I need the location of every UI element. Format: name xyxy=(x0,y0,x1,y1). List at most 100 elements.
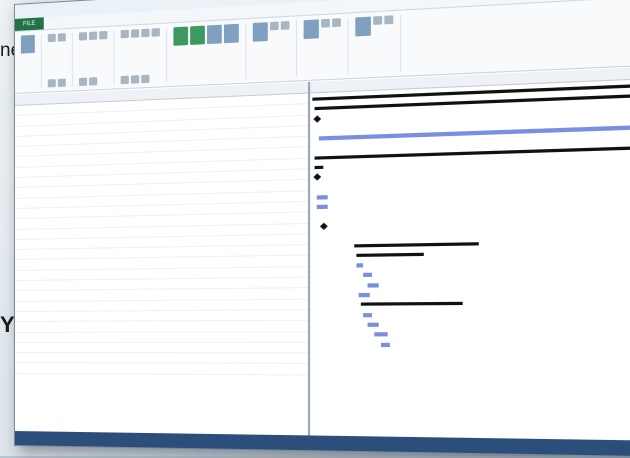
task-cell[interactable] xyxy=(15,172,33,173)
task-bar[interactable] xyxy=(356,263,363,267)
summary-bar[interactable] xyxy=(315,145,630,159)
task-cell[interactable] xyxy=(271,99,290,100)
gantt-chart-icon[interactable] xyxy=(21,35,35,54)
task-cell[interactable] xyxy=(271,110,290,111)
task-cell[interactable] xyxy=(33,171,57,172)
summary-bar[interactable] xyxy=(315,166,324,169)
task-cell[interactable] xyxy=(95,220,217,223)
task-cell[interactable] xyxy=(245,132,271,133)
font-color-icon[interactable] xyxy=(79,78,87,86)
milestone-marker[interactable] xyxy=(313,115,321,122)
italic-icon[interactable] xyxy=(89,31,97,40)
clear-icon[interactable] xyxy=(384,15,393,24)
task-cell[interactable] xyxy=(218,219,246,220)
task-cell[interactable] xyxy=(15,162,33,163)
task-bar[interactable] xyxy=(319,124,630,140)
task-cell[interactable] xyxy=(95,252,217,254)
task-row[interactable] xyxy=(15,343,308,354)
highlight-icon[interactable] xyxy=(89,77,97,85)
task-cell[interactable] xyxy=(57,108,81,109)
task-cell[interactable] xyxy=(57,139,81,140)
task-cell[interactable] xyxy=(15,131,33,132)
task-cell[interactable] xyxy=(33,150,57,151)
task-cell[interactable] xyxy=(95,124,217,129)
task-cell[interactable] xyxy=(57,212,81,213)
task-cell[interactable] xyxy=(57,191,81,192)
underline-icon[interactable] xyxy=(99,31,107,40)
percent-complete-icon[interactable] xyxy=(131,29,139,38)
outdent-icon[interactable] xyxy=(131,75,139,84)
task-bar[interactable] xyxy=(317,195,328,199)
task-cell[interactable] xyxy=(218,123,246,124)
task-cell[interactable] xyxy=(15,151,33,152)
task-cell[interactable] xyxy=(95,284,217,285)
task-cell[interactable] xyxy=(33,140,57,141)
summary-bar[interactable] xyxy=(361,302,463,306)
task-cell[interactable] xyxy=(15,141,33,142)
task-bar[interactable] xyxy=(363,273,372,277)
task-cell[interactable] xyxy=(33,130,57,131)
task-cell[interactable] xyxy=(57,181,81,182)
task-cell[interactable] xyxy=(57,150,81,151)
task-row[interactable] xyxy=(15,321,308,332)
task-cell[interactable] xyxy=(95,177,217,181)
milestone-marker[interactable] xyxy=(320,222,328,229)
task-cell[interactable] xyxy=(95,156,217,160)
task-cell[interactable] xyxy=(218,165,246,166)
summary-icon[interactable] xyxy=(270,22,279,31)
task-cell[interactable] xyxy=(271,164,290,165)
task-cell[interactable] xyxy=(95,145,217,149)
task-bar[interactable] xyxy=(381,342,390,346)
task-cell[interactable] xyxy=(33,192,57,193)
task-cell[interactable] xyxy=(95,134,217,138)
task-cell[interactable] xyxy=(81,139,95,140)
task-cell[interactable] xyxy=(245,111,271,112)
task-icon[interactable] xyxy=(253,22,268,42)
task-cell[interactable] xyxy=(57,170,81,171)
percent-complete-icon[interactable] xyxy=(141,29,149,38)
task-bar[interactable] xyxy=(317,205,328,209)
notes-icon[interactable] xyxy=(321,19,330,28)
task-cell[interactable] xyxy=(95,241,217,243)
task-cell[interactable] xyxy=(33,109,57,110)
task-cell[interactable] xyxy=(245,165,271,166)
details-icon[interactable] xyxy=(332,18,341,27)
task-cell[interactable] xyxy=(81,118,95,119)
task-cell[interactable] xyxy=(245,197,271,198)
task-cell[interactable] xyxy=(15,182,33,183)
task-bar[interactable] xyxy=(368,283,379,287)
task-bar[interactable] xyxy=(368,323,379,327)
task-cell[interactable] xyxy=(271,175,290,176)
task-cell[interactable] xyxy=(81,128,95,129)
percent-complete-icon[interactable] xyxy=(121,30,129,39)
task-cell[interactable] xyxy=(245,122,271,123)
milestone-icon[interactable] xyxy=(281,21,290,30)
find-icon[interactable] xyxy=(373,16,382,25)
task-cell[interactable] xyxy=(95,198,217,201)
task-cell[interactable] xyxy=(57,222,81,223)
task-cell[interactable] xyxy=(245,186,271,187)
task-cell[interactable] xyxy=(218,112,246,113)
task-cell[interactable] xyxy=(33,161,57,162)
task-cell[interactable] xyxy=(33,181,57,182)
task-cell[interactable] xyxy=(57,160,81,161)
task-cell[interactable] xyxy=(95,273,217,275)
task-cell[interactable] xyxy=(218,198,246,199)
task-cell[interactable] xyxy=(271,186,290,187)
tab-file[interactable]: FILE xyxy=(15,17,43,31)
task-cell[interactable] xyxy=(57,129,81,130)
task-cell[interactable] xyxy=(218,230,246,231)
manually-schedule-icon[interactable] xyxy=(173,27,188,46)
task-cell[interactable] xyxy=(245,100,271,101)
task-cell[interactable] xyxy=(95,209,217,212)
task-row[interactable] xyxy=(15,363,308,375)
task-cell[interactable] xyxy=(95,305,217,306)
paste-icon[interactable] xyxy=(48,34,56,42)
task-cell[interactable] xyxy=(33,119,57,120)
task-cell[interactable] xyxy=(271,132,290,133)
task-bar[interactable] xyxy=(374,332,387,336)
task-cell[interactable] xyxy=(245,154,271,155)
copy-icon[interactable] xyxy=(48,79,56,87)
task-cell[interactable] xyxy=(245,229,271,230)
move-icon[interactable] xyxy=(224,24,239,43)
